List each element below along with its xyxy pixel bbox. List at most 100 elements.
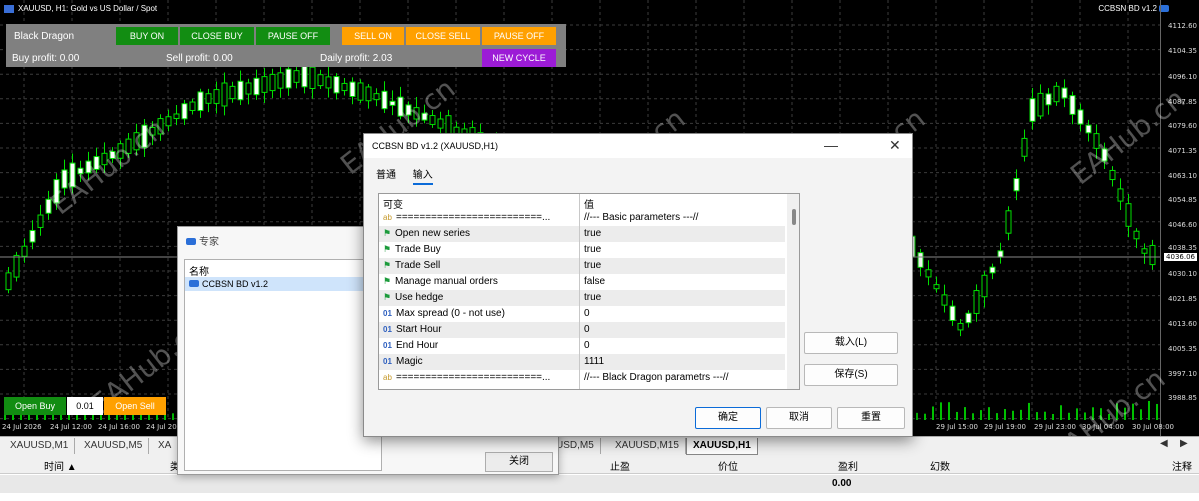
tab-xauusd-m1[interactable]: XAUUSD,M1 <box>4 438 76 454</box>
bool-flag-icon: ⚑ <box>383 292 392 302</box>
lot-size-input[interactable]: 0.01 <box>67 397 103 415</box>
volume-bar <box>1068 412 1070 420</box>
price-tick-label: 4046.60 <box>1168 221 1197 229</box>
input-row[interactable]: ab =========================... //--- Blac… <box>379 370 785 386</box>
volume-bar <box>1156 403 1158 420</box>
input-row[interactable]: ⚑ Manage manual orders false <box>379 274 785 290</box>
candle-body <box>1045 93 1052 106</box>
col-profit[interactable]: 盈利 <box>838 458 858 473</box>
input-row[interactable]: ab =========================... //--- Basi… <box>379 210 785 226</box>
input-value[interactable]: true <box>584 228 601 239</box>
input-name: ⚑ Use hedge <box>383 292 444 303</box>
buy-on-button[interactable]: BUY ON <box>116 27 178 45</box>
col-time[interactable]: 时间 ▲ <box>44 458 77 473</box>
scroll-thumb[interactable] <box>792 209 796 225</box>
input-name: 01 Start Hour <box>383 324 442 335</box>
candle-body <box>325 76 332 89</box>
candle-body <box>965 312 972 324</box>
candle-body <box>269 73 276 92</box>
input-row[interactable]: ⚑ Use hedge true <box>379 290 785 306</box>
volume-bar <box>940 402 942 420</box>
col-magic[interactable]: 幻数 <box>930 458 950 473</box>
input-value[interactable]: //--- Black Dragon parametrs ---// <box>584 372 728 383</box>
close-sell-button[interactable]: CLOSE SELL <box>406 27 480 45</box>
minimize-icon[interactable]: — <box>824 137 838 153</box>
bool-flag-icon: ⚑ <box>383 244 392 254</box>
candle-body <box>165 116 172 127</box>
close-icon[interactable]: ✕ <box>889 137 901 154</box>
chart-menu-icon[interactable] <box>4 4 14 13</box>
cancel-button[interactable]: 取消 <box>766 407 832 429</box>
input-row[interactable]: ⚑ Trade Buy true <box>379 242 785 258</box>
price-tick-label: 4079.60 <box>1168 122 1197 130</box>
sell-on-button[interactable]: SELL ON <box>342 27 404 45</box>
col-take-profit[interactable]: 止盈 <box>610 458 630 473</box>
inputs-table: 可变 值 ab =========================... //---… <box>378 193 800 390</box>
pause-buy-button[interactable]: PAUSE OFF <box>256 27 330 45</box>
pause-sell-button[interactable]: PAUSE OFF <box>482 27 556 45</box>
input-value[interactable]: 0 <box>584 340 590 351</box>
new-cycle-button[interactable]: NEW CYCLE <box>482 49 556 67</box>
input-row[interactable]: ⚑ Trade Sell true <box>379 258 785 274</box>
candle-body <box>349 81 356 98</box>
open-sell-button[interactable]: Open Sell <box>104 397 166 415</box>
panel-title: Black Dragon <box>14 31 75 42</box>
time-tick-label: 24 Jul 2026 <box>2 423 42 431</box>
tab-xauusd-m15[interactable]: XAUUSD,M15 <box>609 438 686 454</box>
bool-flag-icon: ⚑ <box>383 276 392 286</box>
tab-xauusd-m5[interactable]: XAUUSD,M5 <box>78 438 150 454</box>
col-comment[interactable]: 注释 <box>1172 458 1192 473</box>
input-value[interactable]: 0 <box>584 308 590 319</box>
reset-button[interactable]: 重置 <box>837 407 905 429</box>
input-value[interactable]: 1111 <box>584 356 604 367</box>
navigator-title: 专家 <box>186 233 219 248</box>
price-tick-label: 4104.35 <box>1168 47 1197 55</box>
candle-body <box>333 76 340 94</box>
col-price[interactable]: 价位 <box>718 458 738 473</box>
dialog-titlebar[interactable]: CCBSN BD v1.2 (XAUUSD,H1) — ✕ <box>364 134 912 158</box>
buy-profit-text: Buy profit: 0.00 <box>12 53 80 64</box>
candle-body <box>261 76 268 93</box>
input-value[interactable]: 0 <box>584 324 590 335</box>
expert-item[interactable]: CCBSN BD v1.2 <box>185 277 381 291</box>
open-buy-button[interactable]: Open Buy <box>4 397 66 415</box>
close-buy-button[interactable]: CLOSE BUY <box>180 27 254 45</box>
time-tick-label: 29 Jul 19:00 <box>984 423 1026 431</box>
candle-body <box>293 70 300 83</box>
input-row[interactable]: 01 End Hour 0 <box>379 338 785 354</box>
candle-body <box>213 89 220 104</box>
load-button[interactable]: 载入(L) <box>804 332 898 354</box>
inputs-scrollbar[interactable] <box>787 194 799 389</box>
input-value[interactable]: //--- Basic parameters ---// <box>584 212 698 223</box>
input-row[interactable]: 01 Magic 1111 <box>379 354 785 370</box>
column-divider[interactable] <box>579 194 580 389</box>
navigator-close-button[interactable]: 关闭 <box>485 452 553 472</box>
input-row[interactable]: 01 Start Hour 0 <box>379 322 785 338</box>
save-button[interactable]: 保存(S) <box>804 364 898 386</box>
input-value[interactable]: true <box>584 260 601 271</box>
input-row[interactable]: 01 Max spread (0 - not use) 0 <box>379 306 785 322</box>
tabs-next-icon[interactable]: ▶ <box>1180 438 1188 449</box>
inputs-table-header: 可变 值 <box>379 194 785 211</box>
candle-body <box>373 93 380 101</box>
input-value[interactable]: true <box>584 292 601 303</box>
price-tick-label: 4030.10 <box>1168 270 1197 278</box>
candle-body <box>301 63 308 88</box>
input-row[interactable]: ⚑ Open new series true <box>379 226 785 242</box>
input-value[interactable]: false <box>584 276 605 287</box>
tab-xauusd-h1[interactable]: XAUUSD,H1 <box>686 438 758 455</box>
ok-button[interactable]: 确定 <box>695 407 761 429</box>
candle-body <box>917 252 924 268</box>
tabs-prev-icon[interactable]: ◀ <box>1160 438 1168 449</box>
candle-body <box>997 250 1004 258</box>
candle-body <box>1125 203 1132 227</box>
time-tick-label: 29 Jul 15:00 <box>936 423 978 431</box>
tab-general[interactable]: 普通 <box>376 166 396 183</box>
candle-body <box>1061 87 1068 99</box>
tab-xauusd-partial[interactable]: XA <box>152 438 179 454</box>
input-name: 01 Magic <box>383 356 423 367</box>
input-name: ⚑ Trade Buy <box>383 244 441 255</box>
input-value[interactable]: true <box>584 244 601 255</box>
price-axis: 4112.60 4104.35 4096.10 4087.85 4079.60 4071.… <box>1160 0 1199 436</box>
tab-inputs[interactable]: 输入 <box>412 166 433 185</box>
